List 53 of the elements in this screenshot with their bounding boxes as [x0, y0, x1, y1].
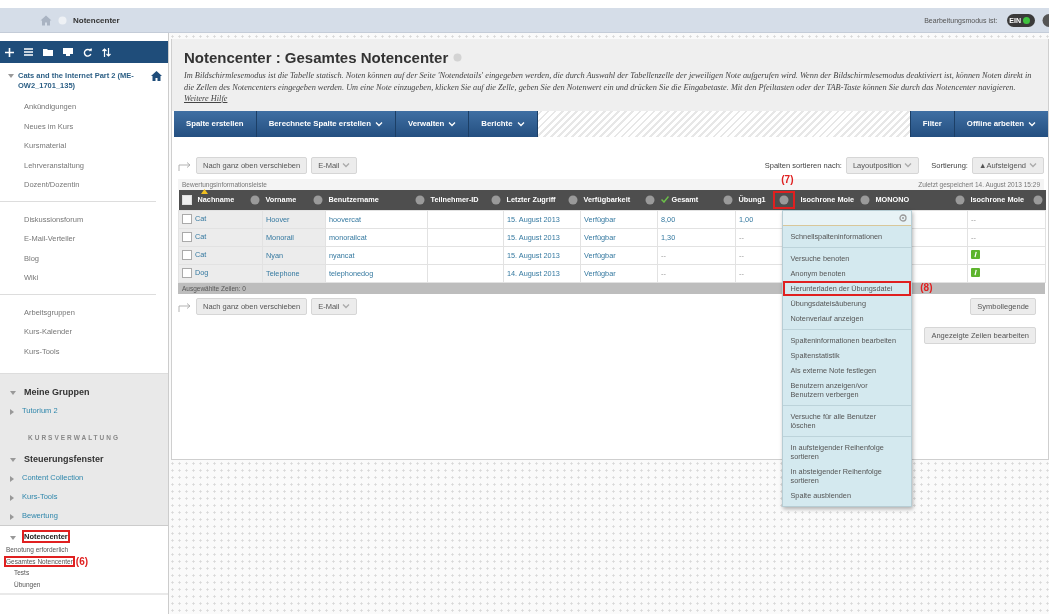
folder-icon[interactable]	[43, 48, 53, 56]
annotation-label: (6)	[75, 555, 89, 567]
row-checkbox[interactable]	[182, 232, 192, 243]
annotation-label: (7)	[781, 173, 794, 185]
breadcrumb-link[interactable]: Notencenter	[73, 15, 120, 25]
row-checkbox[interactable]	[182, 250, 192, 261]
column-menu-icon[interactable]	[414, 194, 425, 205]
caret-icon	[342, 162, 351, 168]
column-menu-icon[interactable]	[1032, 194, 1043, 205]
column-menu-icon[interactable]	[859, 194, 870, 205]
page-title: Notencenter : Gesamtes Notencenter	[184, 49, 449, 66]
sort-icon[interactable]	[102, 47, 111, 57]
needs-grading-icon[interactable]	[971, 267, 980, 277]
column-menu-icon[interactable]	[644, 194, 655, 205]
annotation-label: (8)	[920, 282, 933, 292]
expand-arrow-icon[interactable]	[10, 514, 14, 520]
plus-icon[interactable]	[5, 47, 14, 57]
section-header[interactable]: Meine Gruppen	[0, 382, 168, 401]
expand-arrow-icon[interactable]	[10, 409, 14, 415]
help-link[interactable]: Weitere Hilfe	[184, 94, 228, 103]
caret-icon	[1028, 120, 1036, 127]
refresh-icon[interactable]	[83, 47, 92, 57]
caret-icon	[516, 120, 525, 127]
needs-grading-icon[interactable]	[971, 249, 980, 259]
home-icon[interactable]	[151, 71, 162, 81]
column-menu-icon[interactable]	[249, 194, 260, 205]
expand-arrow-icon[interactable]	[10, 495, 14, 501]
select-all-checkbox[interactable]	[181, 194, 192, 205]
column-menu-icon[interactable]	[312, 194, 323, 205]
collapse-arrow-icon[interactable]	[10, 536, 16, 540]
collapse-arrow-icon[interactable]	[10, 391, 16, 395]
list-icon[interactable]	[24, 48, 33, 56]
column-menu-icon[interactable]	[772, 190, 795, 209]
collapse-arrow-icon[interactable]	[10, 458, 16, 462]
row-checkbox[interactable]	[182, 268, 192, 279]
check-icon	[660, 196, 669, 203]
caret-icon	[374, 120, 383, 127]
caret-icon	[1029, 162, 1037, 168]
description-text: Im Bildschirmlesemodus ist die Tabelle statisch. Noten können auf der Seite 'Notendetails' eingegeben werden, die durch Auswahl der Tabellenzelle der jeweiligen Note aufgerufen wird. Wenn der Bildschirmlesemodus deaktiviert ist, können Noten direkt in die Zellen des Notencenters eingegeben werden. Um eine Note einzugeben, klicken Sie auf die Zelle, geben Sie den Notenwert ein und drücken Sie die Eingabetaste. Mit den Pfeiltasten oder der TAB-Taste können Sie durch das Notencenter navigieren. Weitere Hilfe	[184, 70, 1033, 105]
section-header[interactable]: Steuerungsfenster	[0, 449, 168, 468]
column-menu-icon[interactable]	[567, 194, 578, 205]
expand-arrow-icon[interactable]	[10, 476, 14, 482]
column-menu-icon[interactable]	[490, 194, 501, 205]
caret-icon	[342, 303, 351, 309]
row-checkbox[interactable]	[182, 214, 192, 225]
settings-icon[interactable]	[898, 213, 907, 222]
move-arrow-icon	[178, 300, 192, 312]
move-arrow-icon	[178, 159, 192, 171]
column-menu-icon[interactable]	[722, 194, 733, 205]
column-menu-icon[interactable]	[954, 194, 965, 205]
caret-icon	[448, 120, 457, 127]
caret-icon	[904, 162, 913, 168]
display-icon[interactable]	[63, 48, 73, 56]
